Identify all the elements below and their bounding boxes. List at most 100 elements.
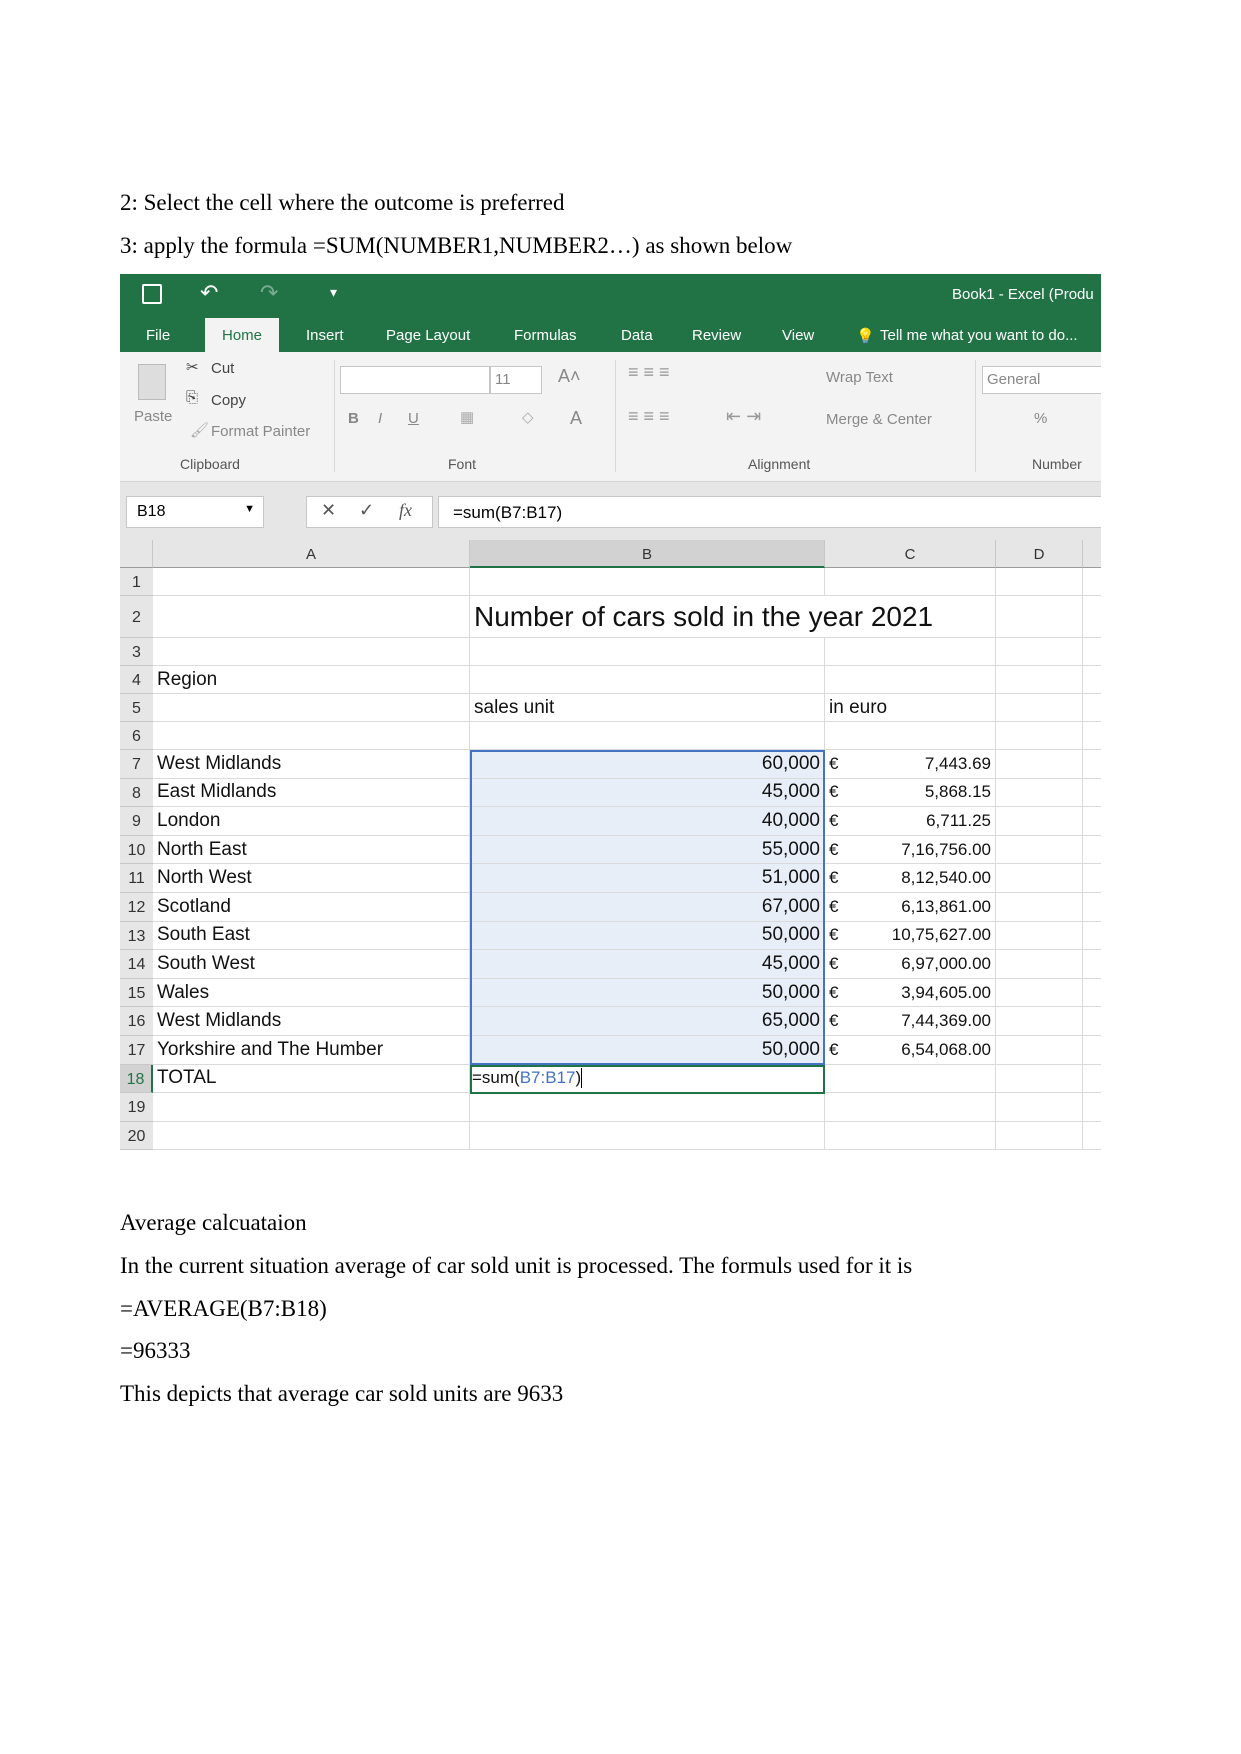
- cell-A8[interactable]: East Midlands: [153, 778, 470, 807]
- cell-C5[interactable]: in euro: [825, 694, 996, 721]
- cut-button[interactable]: Cut: [211, 360, 234, 377]
- cell-A9[interactable]: London: [153, 807, 470, 835]
- font-name-box[interactable]: [340, 366, 490, 394]
- cell-C10[interactable]: €7,16,756.00: [825, 835, 996, 864]
- cell-A19[interactable]: [153, 1093, 470, 1121]
- wrap-text-button[interactable]: Wrap Text: [826, 369, 893, 386]
- cell-B3[interactable]: [470, 638, 825, 665]
- cell-E6[interactable]: [1083, 722, 1101, 749]
- column-header-c[interactable]: C: [825, 540, 996, 568]
- cell-A3[interactable]: [153, 638, 470, 665]
- row-header-5[interactable]: 5: [120, 694, 153, 722]
- merge-center-button[interactable]: Merge & Center: [826, 411, 932, 428]
- redo-icon[interactable]: ↷: [260, 280, 278, 306]
- cell-C11[interactable]: €8,12,540.00: [825, 864, 996, 892]
- cell-E2[interactable]: [1083, 596, 1101, 637]
- cell-E14[interactable]: [1083, 950, 1101, 978]
- cell-E18[interactable]: [1083, 1065, 1101, 1093]
- name-box[interactable]: B18 ▼: [126, 496, 264, 528]
- tab-data[interactable]: Data: [621, 327, 653, 344]
- row-header-13[interactable]: 13: [120, 921, 153, 951]
- italic-button[interactable]: I: [378, 410, 382, 427]
- cell-D3[interactable]: [996, 638, 1083, 665]
- tab-home[interactable]: Home: [205, 318, 280, 352]
- cell-C12[interactable]: €6,13,861.00: [825, 893, 996, 921]
- row-header-19[interactable]: 19: [120, 1093, 153, 1122]
- row-header-12[interactable]: 12: [120, 893, 153, 922]
- cell-A12[interactable]: Scotland: [153, 893, 470, 921]
- select-all-corner[interactable]: [120, 540, 153, 568]
- cell-D9[interactable]: [996, 807, 1083, 835]
- cell-E12[interactable]: [1083, 893, 1101, 921]
- row-header-16[interactable]: 16: [120, 1007, 153, 1036]
- column-header-d[interactable]: D: [996, 540, 1083, 568]
- cell-C1[interactable]: [825, 568, 996, 595]
- bold-button[interactable]: B: [348, 410, 359, 427]
- cell-B5[interactable]: sales unit: [470, 694, 825, 721]
- cell-A2[interactable]: [153, 596, 470, 637]
- percent-button[interactable]: %: [1034, 410, 1047, 427]
- cell-E11[interactable]: [1083, 864, 1101, 892]
- cell-A16[interactable]: West Midlands: [153, 1007, 470, 1035]
- tab-page-layout[interactable]: Page Layout: [386, 327, 470, 344]
- cell-D4[interactable]: [996, 666, 1083, 693]
- cell-D5[interactable]: [996, 694, 1083, 721]
- cell-C17[interactable]: €6,54,068.00: [825, 1036, 996, 1064]
- increase-font-icon[interactable]: A˄: [558, 366, 581, 387]
- cell-E17[interactable]: [1083, 1036, 1101, 1064]
- undo-icon[interactable]: ↶: [200, 280, 218, 306]
- row-header-11[interactable]: 11: [120, 864, 153, 893]
- cell-D13[interactable]: [996, 921, 1083, 950]
- cell-D19[interactable]: [996, 1093, 1083, 1121]
- cell-C2[interactable]: [825, 596, 996, 637]
- cell-C3[interactable]: [825, 638, 996, 665]
- cell-E10[interactable]: [1083, 836, 1101, 864]
- row-header-2[interactable]: 2: [120, 596, 153, 638]
- format-painter-button[interactable]: Format Painter: [211, 423, 310, 440]
- row-header-7[interactable]: 7: [120, 750, 153, 779]
- cell-D10[interactable]: [996, 835, 1083, 864]
- cell-D8[interactable]: [996, 778, 1083, 807]
- cell-E13[interactable]: [1083, 922, 1101, 950]
- cell-A18[interactable]: TOTAL: [153, 1064, 470, 1093]
- cell-B2[interactable]: Number of cars sold in the year 2021: [470, 596, 933, 637]
- cell-B20[interactable]: [470, 1121, 825, 1150]
- row-header-8[interactable]: 8: [120, 778, 153, 808]
- save-icon[interactable]: [142, 284, 162, 304]
- row-header-6[interactable]: 6: [120, 722, 153, 750]
- font-color-icon[interactable]: A: [570, 408, 582, 429]
- cell-E9[interactable]: [1083, 807, 1101, 835]
- cell-E8[interactable]: [1083, 779, 1101, 807]
- cell-B6[interactable]: [470, 722, 825, 749]
- cell-A5[interactable]: [153, 694, 470, 721]
- cell-C4[interactable]: [825, 666, 996, 693]
- insert-function-icon[interactable]: fx: [399, 500, 412, 521]
- cell-A11[interactable]: North West: [153, 864, 470, 892]
- cell-C6[interactable]: [825, 722, 996, 749]
- row-header-17[interactable]: 17: [120, 1036, 153, 1065]
- cell-C20[interactable]: [825, 1121, 996, 1150]
- row-header-9[interactable]: 9: [120, 807, 153, 836]
- cell-C19[interactable]: [825, 1093, 996, 1121]
- underline-button[interactable]: U: [408, 410, 419, 427]
- cell-D18[interactable]: [996, 1064, 1083, 1093]
- tab-file[interactable]: File: [146, 327, 170, 344]
- tab-view[interactable]: View: [782, 327, 814, 344]
- cell-D11[interactable]: [996, 864, 1083, 892]
- cell-A10[interactable]: North East: [153, 835, 470, 864]
- cell-E4[interactable]: [1083, 666, 1101, 693]
- font-size-box[interactable]: 11: [490, 366, 542, 394]
- cell-D6[interactable]: [996, 722, 1083, 749]
- cell-E15[interactable]: [1083, 979, 1101, 1007]
- cell-C9[interactable]: €6,711.25: [825, 807, 996, 835]
- cell-E1[interactable]: [1083, 568, 1101, 595]
- row-header-1[interactable]: 1: [120, 568, 153, 596]
- cell-E7[interactable]: [1083, 750, 1101, 778]
- cell-A15[interactable]: Wales: [153, 978, 470, 1007]
- cell-D16[interactable]: [996, 1007, 1083, 1035]
- column-header-b[interactable]: B: [470, 540, 825, 568]
- cell-D1[interactable]: [996, 568, 1083, 595]
- cell-A13[interactable]: South East: [153, 921, 470, 950]
- row-header-4[interactable]: 4: [120, 666, 153, 694]
- customize-qat-icon[interactable]: ▾: [330, 284, 337, 301]
